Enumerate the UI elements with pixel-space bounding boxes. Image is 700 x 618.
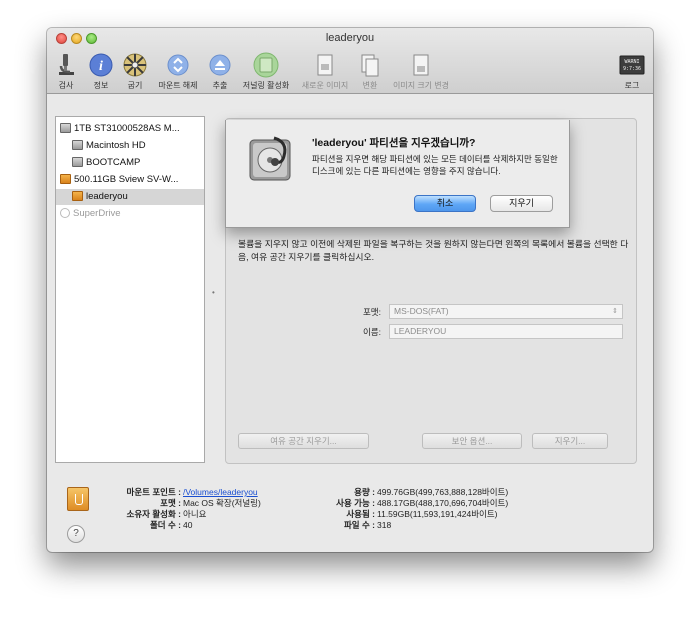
resize-image-icon [413,54,429,76]
toolbar-resize-image-button[interactable]: 이미지 크기 변경 [393,50,449,90]
sidebar-item-label: 500.11GB Sview SV-W... [74,174,179,185]
sidebar-item-macintosh-hd[interactable]: Macintosh HD [72,138,146,154]
toolbar-log-button[interactable]: WARNI 9:7:36 로그 [610,50,653,90]
sidebar-item-label: Macintosh HD [86,140,146,151]
toolbar-label: 저널링 활성화 [242,81,290,90]
svg-text:WARNI: WARNI [624,59,639,65]
hard-disk-icon [60,123,71,134]
microscope-icon [59,54,74,75]
sidebar-item-label: SuperDrive [73,208,121,219]
sidebar-item-label: BOOTCAMP [86,157,141,168]
title-bar: leaderyou 검사 i 정보 굽기 마운트 해제 추출 저널링 활성화 새… [47,28,653,94]
toolbar-convert-button[interactable]: 변환 [348,50,392,90]
toolbar-eject-button[interactable]: 추출 [198,50,242,90]
svg-text:9:7:36: 9:7:36 [623,66,641,72]
disk-utility-icon [249,136,291,181]
format-select[interactable]: MS-DOS(FAT) ⇕ [389,304,623,319]
owners-enabled-value: 아니요 [183,509,207,519]
toolbar-label: 변환 [362,81,378,90]
sidebar-item-label: 1TB ST31000528AS M... [74,123,180,134]
help-button[interactable]: ? [67,525,85,543]
toolbar-label: 로그 [624,81,640,90]
erase-free-space-button[interactable]: 여유 공간 지우기... [238,433,369,449]
format-key: 포맷 : [160,498,181,508]
select-arrows-icon: ⇕ [612,308,618,315]
info-icon: i [89,53,113,77]
mount-point-link[interactable]: /Volumes/leaderyou [183,487,258,498]
sidebar-item-superdrive[interactable]: SuperDrive [60,206,121,222]
file-count-key: 파일 수 : [343,520,375,530]
volume-info-area: ? 마운트 포인트 : /Volumes/leaderyou 포맷 : Mac … [47,473,653,552]
convert-icon [361,54,379,77]
unmount-icon [167,54,189,76]
format-select-value: MS-DOS(FAT) [394,306,449,316]
security-options-button[interactable]: 보안 옵션... [422,433,522,449]
erase-button[interactable]: 지우기... [532,433,608,449]
mount-point-key: 마운트 포인트 : [126,487,181,497]
volume-icon [72,140,83,151]
toolbar-label: 이미지 크기 변경 [393,81,449,90]
format-label: 포맷: [362,307,381,317]
disk-list-sidebar[interactable]: 1TB ST31000528AS M... Macintosh HD BOOTC… [55,116,205,463]
disk-utility-window: leaderyou 검사 i 정보 굽기 마운트 해제 추출 저널링 활성화 새… [47,28,653,552]
toolbar-journal-button[interactable]: 저널링 활성화 [243,50,289,90]
cancel-button[interactable]: 취소 [414,195,476,212]
available-value: 488.17GB(488,170,696,704바이트) [377,498,509,508]
window-title: leaderyou [325,32,375,44]
sidebar-item-external-disk[interactable]: 500.11GB Sview SV-W... [60,172,178,188]
sidebar-item-label: leaderyou [86,191,128,202]
erase-free-space-instruction: 볼륨을 지우지 않고 이전에 삭제된 파일을 복구하는 것을 원하지 않는다면 … [238,239,629,262]
eject-icon [209,54,231,76]
used-value: 11.59GB(11,593,191,424바이트) [377,509,498,519]
erase-confirmation-sheet: 'leaderyou' 파티션을 지우겠습니까? 파티션을 지우면 해당 파티션… [225,120,570,228]
owners-enabled-key: 소유자 활성화 : [126,509,181,519]
new-image-icon [317,54,333,76]
external-volume-icon [72,191,83,202]
burn-icon [123,53,147,77]
capacity-key: 용량 : [354,487,375,497]
folder-count-key: 폴더 수 : [149,520,181,530]
svg-text:i: i [99,59,103,74]
used-key: 사용됨 : [346,509,375,519]
log-icon: WARNI 9:7:36 [619,55,645,75]
sidebar-item-leaderyou[interactable]: leaderyou [56,189,204,205]
volume-icon [72,157,83,168]
dialog-title: 'leaderyou' 파티션을 지우겠습니까? [312,137,476,149]
format-value: Mac OS 확장(저널링) [183,498,261,508]
folder-count-value: 40 [183,520,193,530]
toolbar-new-image-button[interactable]: 새로운 이미지 [302,50,348,90]
available-key: 사용 가능 : [336,498,375,508]
volume-name-input[interactable]: LEADERYOU [389,324,623,339]
file-count-value: 318 [377,520,392,530]
usb-volume-icon [67,487,89,511]
confirm-erase-button[interactable]: 지우기 [490,195,553,212]
external-disk-icon [60,174,71,185]
name-label: 이름: [362,327,381,337]
optical-drive-icon [60,208,70,219]
volume-name-value: LEADERYOU [394,326,447,336]
dialog-message: 파티션을 지우면 해당 파티션에 있는 모든 데이터를 삭제하지만 동일한 디스… [312,154,558,176]
journal-icon [253,52,279,78]
sidebar-item-bootcamp[interactable]: BOOTCAMP [72,155,140,171]
sidebar-item-disk1[interactable]: 1TB ST31000528AS M... [60,121,180,137]
capacity-value: 499.76GB(499,763,888,128바이트) [377,487,509,497]
split-divider-handle[interactable]: • [212,288,215,297]
